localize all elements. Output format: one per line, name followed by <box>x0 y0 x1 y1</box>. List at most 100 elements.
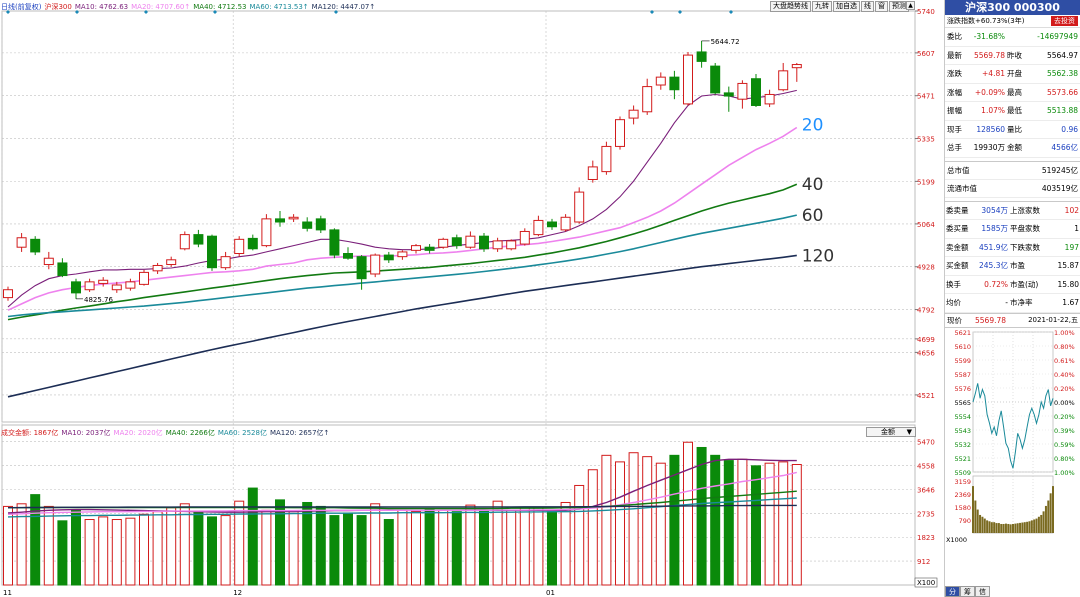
volume-bar[interactable] <box>791 464 802 586</box>
toolbar-button-4[interactable]: 窗 <box>875 1 888 12</box>
candle[interactable] <box>696 40 707 68</box>
candle[interactable] <box>683 51 693 106</box>
candle[interactable] <box>315 215 326 234</box>
volume-bar[interactable] <box>152 511 163 586</box>
candle[interactable] <box>560 214 571 232</box>
volume-bar[interactable] <box>615 461 625 586</box>
candle[interactable] <box>125 278 136 291</box>
volume-bar[interactable] <box>737 458 748 586</box>
volume-bar[interactable] <box>574 484 585 586</box>
candle[interactable] <box>642 78 653 115</box>
kline-chart-svg[interactable]: 5740 5607 5471 5335 5199 5064 4928 4792 4699 4656… <box>0 0 944 597</box>
volume-bar[interactable] <box>683 441 693 586</box>
volume-bar[interactable] <box>533 507 544 586</box>
panel-tab-1[interactable]: 筹 <box>960 586 975 597</box>
volume-bar[interactable] <box>506 509 517 586</box>
candle[interactable] <box>3 286 13 301</box>
candle[interactable] <box>492 237 503 252</box>
candle[interactable] <box>533 215 544 237</box>
volume-bar[interactable] <box>751 465 761 586</box>
panel-tab-2[interactable]: 信 <box>975 586 990 597</box>
candle[interactable] <box>506 239 517 251</box>
candle[interactable] <box>139 269 149 286</box>
candle[interactable] <box>710 62 721 95</box>
volume-bar[interactable] <box>179 503 190 586</box>
volume-bar[interactable] <box>642 456 653 586</box>
toolbar-button-2[interactable]: 加自选 <box>833 1 860 12</box>
candle[interactable] <box>370 253 381 278</box>
volume-bar[interactable] <box>315 505 326 586</box>
candle[interactable] <box>343 247 353 260</box>
toolbar-button-3[interactable]: 线 <box>861 1 874 12</box>
volume-bar[interactable] <box>451 511 462 586</box>
candle[interactable] <box>234 236 245 257</box>
candle[interactable] <box>275 210 285 227</box>
candle[interactable] <box>247 234 258 251</box>
candle[interactable] <box>152 262 163 274</box>
volume-bar[interactable] <box>43 505 54 586</box>
volume-bar[interactable] <box>424 508 435 586</box>
toolbar-button-0[interactable]: 大盘趋势线 <box>770 1 811 12</box>
volume-bar[interactable] <box>261 509 272 586</box>
volume-bar[interactable] <box>193 511 204 586</box>
candle[interactable] <box>193 229 204 248</box>
volume-bar[interactable] <box>465 504 476 586</box>
candle[interactable] <box>764 89 775 108</box>
candle[interactable] <box>737 80 748 109</box>
volume-bar[interactable] <box>57 520 68 586</box>
candle[interactable] <box>329 228 340 259</box>
volume-bar[interactable] <box>601 454 612 586</box>
candle[interactable] <box>411 244 421 254</box>
vol-type-select[interactable]: 金额 ▼ <box>866 427 916 437</box>
volume-bar[interactable] <box>519 507 530 586</box>
volume-bar[interactable] <box>764 462 775 586</box>
volume-bar[interactable] <box>247 487 258 586</box>
candle[interactable] <box>179 231 190 251</box>
volume-bar[interactable] <box>98 516 109 586</box>
volume-bar[interactable] <box>343 512 353 586</box>
candle[interactable] <box>288 214 299 223</box>
candle[interactable] <box>383 251 394 263</box>
intraday-chart[interactable]: 5621 1.00% 5610 0.80% 5599 0.61% 5587 0.40% 5576… <box>945 328 1080 546</box>
candle[interactable] <box>261 214 272 248</box>
candle[interactable] <box>207 234 217 271</box>
volume-bar[interactable] <box>411 511 421 586</box>
volume-bar[interactable] <box>778 461 789 586</box>
candle[interactable] <box>751 73 761 108</box>
candle[interactable] <box>601 141 612 175</box>
candle[interactable] <box>669 70 680 100</box>
candle[interactable] <box>30 236 41 256</box>
volume-bar[interactable] <box>71 509 81 586</box>
volume-bar[interactable] <box>302 501 313 586</box>
candle[interactable] <box>479 233 489 252</box>
volume-bar[interactable] <box>275 499 285 586</box>
volume-bar[interactable] <box>492 500 503 586</box>
candle[interactable] <box>465 231 476 249</box>
candle[interactable] <box>220 251 231 270</box>
candle[interactable] <box>778 62 789 92</box>
candle[interactable] <box>791 62 802 82</box>
candle[interactable] <box>424 244 435 254</box>
volume-bar[interactable] <box>84 519 95 586</box>
volume-bar[interactable] <box>356 515 367 586</box>
candle[interactable] <box>574 187 585 224</box>
candle[interactable] <box>547 218 557 230</box>
kline-chart-area[interactable]: 5740 5607 5471 5335 5199 5064 4928 4792 4699 4656… <box>0 0 944 597</box>
panel-tab-0[interactable]: 分 <box>945 586 960 597</box>
candle[interactable] <box>57 258 68 278</box>
volume-bar[interactable] <box>696 446 707 586</box>
volume-bar[interactable] <box>710 454 721 586</box>
candle[interactable] <box>628 105 639 125</box>
volume-bar[interactable] <box>125 517 136 586</box>
candle[interactable] <box>397 250 408 260</box>
volume-bar[interactable] <box>547 511 557 586</box>
volume-bar[interactable] <box>723 460 734 586</box>
volume-bar[interactable] <box>479 509 489 586</box>
toolbar-up-button[interactable]: ▲ <box>906 1 915 10</box>
candle[interactable] <box>519 228 530 246</box>
volume-bar[interactable] <box>207 516 217 586</box>
candle[interactable] <box>166 256 177 267</box>
candle[interactable] <box>356 255 367 290</box>
volume-bar[interactable] <box>288 511 299 586</box>
candle[interactable] <box>587 160 598 183</box>
